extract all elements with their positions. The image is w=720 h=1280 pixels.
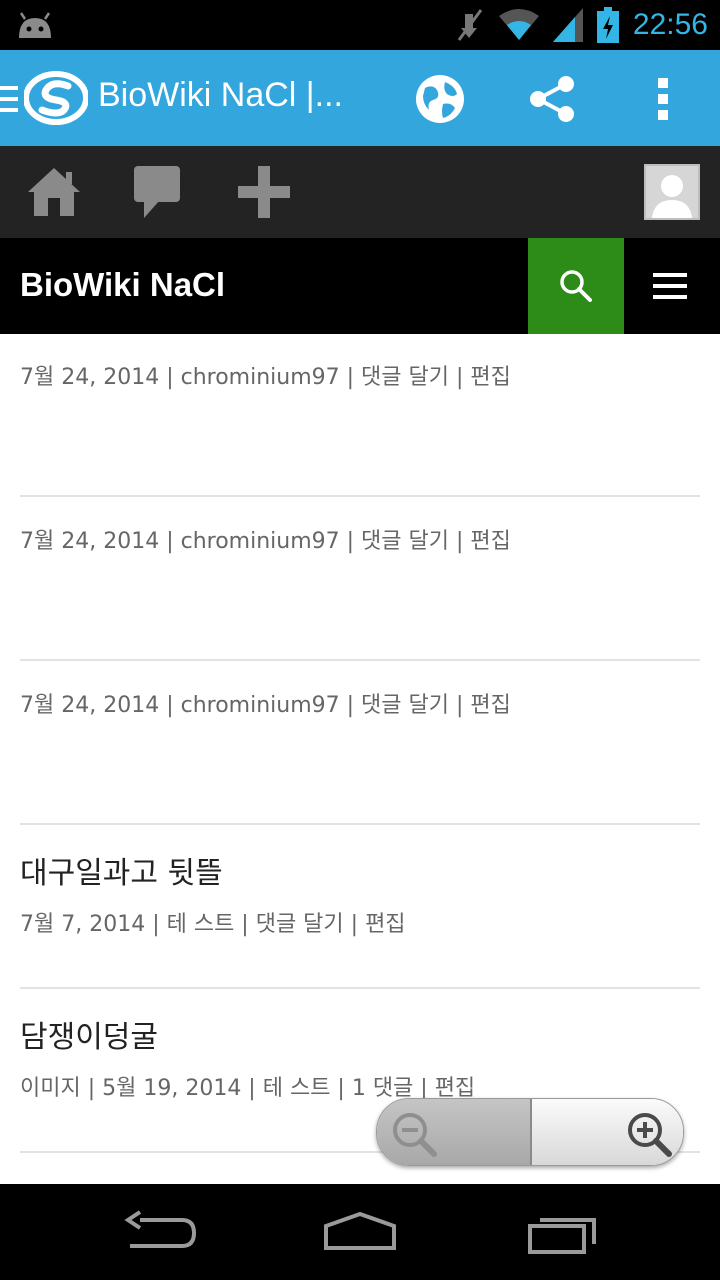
post-meta: 7월 24, 2014 | chrominium97 | 댓글 달기 | 편집 xyxy=(20,529,511,554)
home-icon[interactable] xyxy=(26,164,82,220)
app-bar: BioWiki NaCl |... xyxy=(0,50,720,146)
search-button[interactable] xyxy=(528,238,624,334)
divider xyxy=(20,823,700,825)
divider xyxy=(20,495,700,497)
page-title: BioWiki NaCl |... xyxy=(98,76,343,114)
zoom-in-button[interactable] xyxy=(532,1099,683,1165)
signal-icon xyxy=(552,8,583,42)
zoom-in-icon xyxy=(628,1113,672,1157)
share-icon[interactable] xyxy=(526,72,580,126)
mute-icon xyxy=(457,9,483,41)
clock: 22:56 xyxy=(632,8,708,41)
battery-charging-icon xyxy=(596,7,619,43)
wifi-icon xyxy=(498,9,539,40)
globe-icon[interactable] xyxy=(413,72,467,126)
system-nav-bar xyxy=(0,1184,720,1280)
app-logo-icon[interactable] xyxy=(24,70,88,126)
back-icon[interactable] xyxy=(120,1208,200,1258)
zoom-out-icon xyxy=(393,1113,437,1157)
overflow-menu-icon[interactable] xyxy=(636,72,690,126)
zoom-out-button[interactable] xyxy=(377,1099,532,1165)
site-header: BioWiki NaCl xyxy=(0,238,720,334)
list-item[interactable]: 7월 24, 2014 | chrominium97 | 댓글 달기 | 편집 xyxy=(20,687,700,719)
home-nav-icon[interactable] xyxy=(320,1208,400,1258)
hamburger-menu-icon xyxy=(653,273,687,299)
drawer-icon[interactable] xyxy=(0,86,20,112)
list-item[interactable]: 대구일과고 뒷뜰 7월 7, 2014 | 테 스트 | 댓글 달기 | 편집 xyxy=(20,848,700,938)
list-item[interactable]: 담쟁이덩굴 이미지 | 5월 19, 2014 | 테 스트 | 1 댓글 | … xyxy=(20,1012,700,1102)
status-bar: 22:56 xyxy=(0,0,720,50)
comment-icon[interactable] xyxy=(130,164,186,220)
recent-apps-icon[interactable] xyxy=(522,1208,602,1258)
divider xyxy=(20,659,700,661)
android-debug-icon xyxy=(19,12,51,38)
post-meta: 7월 24, 2014 | chrominium97 | 댓글 달기 | 편집 xyxy=(20,693,511,718)
site-title[interactable]: BioWiki NaCl xyxy=(20,266,225,304)
post-title[interactable]: 담쟁이덩굴 xyxy=(20,1012,700,1056)
plus-icon[interactable] xyxy=(236,164,292,220)
search-icon xyxy=(560,270,592,302)
list-item[interactable]: 7월 24, 2014 | chrominium97 | 댓글 달기 | 편집 xyxy=(20,359,700,391)
post-title[interactable]: 대구일과고 뒷뜰 xyxy=(20,848,700,892)
list-item[interactable]: 7월 24, 2014 | chrominium97 | 댓글 달기 | 편집 xyxy=(20,523,700,555)
menu-button[interactable] xyxy=(624,238,720,334)
wp-admin-toolbar xyxy=(0,146,720,238)
post-meta: 7월 24, 2014 | chrominium97 | 댓글 달기 | 편집 xyxy=(20,365,511,390)
divider xyxy=(20,987,700,989)
zoom-controls xyxy=(376,1098,684,1166)
post-meta: 7월 7, 2014 | 테 스트 | 댓글 달기 | 편집 xyxy=(20,912,406,937)
post-list: 7월 24, 2014 | chrominium97 | 댓글 달기 | 편집 … xyxy=(0,334,720,1184)
avatar-icon[interactable] xyxy=(644,164,700,220)
